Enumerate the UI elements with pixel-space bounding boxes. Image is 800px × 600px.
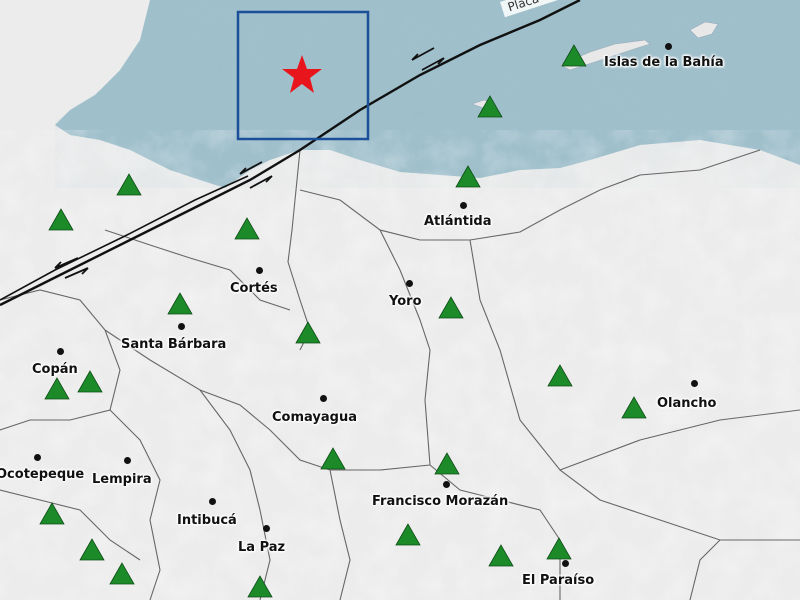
place-dot-islas [665,43,672,50]
place-dot-olancho [691,380,698,387]
place-dot-santa-barbara [178,323,185,330]
place-dot-comayagua [320,395,327,402]
place-label-lempira[interactable]: Lempira [92,472,152,487]
place-label-santa-barbara[interactable]: Santa Bárbara [121,337,226,352]
place-label-islas[interactable]: Islas de la Bahía [604,55,724,70]
place-dot-yoro [406,280,413,287]
place-dot-cortes [256,267,263,274]
place-label-la-paz[interactable]: La Paz [238,540,285,555]
place-label-francisco-morazan[interactable]: Francisco Morazán [372,494,508,509]
place-label-ocotepeque[interactable]: Ocotepeque [0,467,84,482]
place-dot-atlantida [460,202,467,209]
place-dot-francisco-morazan [443,481,450,488]
place-label-comayagua[interactable]: Comayagua [272,410,357,425]
place-dot-ocotepeque [34,454,41,461]
place-label-el-paraiso[interactable]: El Paraíso [522,573,594,588]
map-canvas[interactable]: Placa del Caribe Islas de la Bahía Atlán… [0,0,800,600]
place-dot-la-paz [263,525,270,532]
relief-shading [0,130,800,600]
place-label-atlantida[interactable]: Atlántida [424,214,492,229]
place-label-copan[interactable]: Copán [32,362,78,377]
place-label-yoro[interactable]: Yoro [389,294,422,309]
place-label-intibuca[interactable]: Intibucá [177,513,237,528]
place-dot-copan [57,348,64,355]
place-dot-lempira [124,457,131,464]
place-label-cortes[interactable]: Cortés [230,281,278,296]
place-label-olancho[interactable]: Olancho [657,396,716,411]
place-dot-el-paraiso [562,560,569,567]
place-dot-intibuca [209,498,216,505]
